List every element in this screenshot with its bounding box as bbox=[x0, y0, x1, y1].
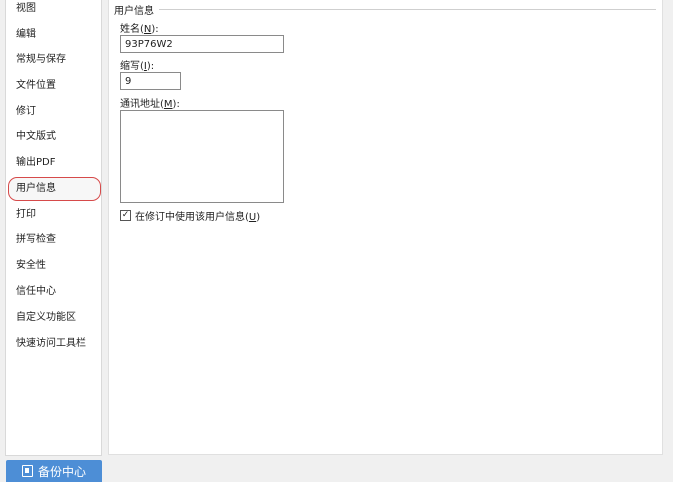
sidebar-item-trust-center[interactable]: 信任中心 bbox=[8, 280, 101, 304]
initials-label: 缩写(I): bbox=[120, 61, 155, 72]
sidebar-item-customize-ribbon[interactable]: 自定义功能区 bbox=[8, 306, 101, 330]
sidebar-item-general-save[interactable]: 常规与保存 bbox=[8, 48, 101, 72]
sidebar-item-spell-check[interactable]: 拼写检查 bbox=[8, 228, 101, 252]
use-user-info-checkbox[interactable]: ✓ bbox=[120, 210, 131, 221]
sidebar-item-view[interactable]: 视图 bbox=[8, 0, 101, 21]
address-textarea[interactable] bbox=[120, 110, 284, 203]
name-label: 姓名(N): bbox=[120, 24, 159, 35]
sidebar-item-revision[interactable]: 修订 bbox=[8, 100, 101, 124]
name-input[interactable] bbox=[120, 35, 284, 53]
sidebar-item-edit[interactable]: 编辑 bbox=[8, 23, 101, 47]
address-label: 通讯地址(M): bbox=[120, 99, 180, 110]
sidebar-item-quick-access-toolbar[interactable]: 快速访问工具栏 bbox=[8, 332, 101, 356]
sidebar-item-print[interactable]: 打印 bbox=[8, 203, 101, 227]
sidebar-item-export-pdf[interactable]: 输出PDF bbox=[8, 151, 101, 175]
backup-center-button[interactable]: 备份中心 bbox=[6, 460, 102, 482]
sidebar-item-chinese-layout[interactable]: 中文版式 bbox=[8, 125, 101, 149]
options-sidebar: 视图 编辑 常规与保存 文件位置 修订 中文版式 输出PDF 用户信息 打印 拼… bbox=[5, 0, 102, 456]
sidebar-item-security[interactable]: 安全性 bbox=[8, 254, 101, 278]
section-title: 用户信息 bbox=[114, 2, 157, 17]
initials-input[interactable] bbox=[120, 72, 181, 90]
sidebar-item-user-info[interactable]: 用户信息 bbox=[8, 177, 101, 201]
section-divider bbox=[159, 9, 656, 10]
use-user-info-label: 在修订中使用该用户信息(U) bbox=[135, 212, 261, 223]
sidebar-item-file-location[interactable]: 文件位置 bbox=[8, 74, 101, 98]
backup-icon bbox=[21, 465, 33, 477]
use-user-info-in-revision-row[interactable]: ✓ 在修订中使用该用户信息(U) bbox=[120, 208, 260, 223]
user-info-panel: 用户信息 姓名(N): 缩写(I): 通讯地址(M): ✓ 在修订中使用该用户信… bbox=[108, 0, 663, 455]
